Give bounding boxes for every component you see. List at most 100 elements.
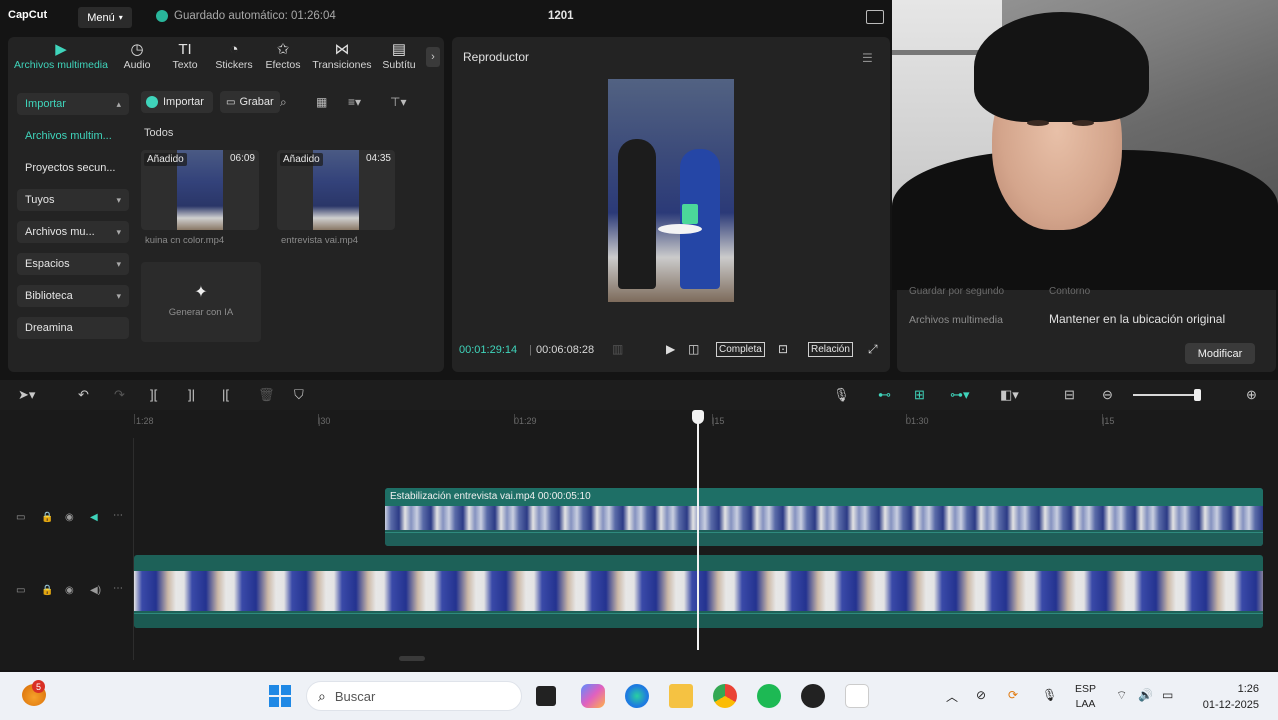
media-filename: kuina cn color.mp4	[145, 235, 225, 246]
zoom-slider-handle[interactable]	[1194, 389, 1201, 401]
full-quality-button[interactable]: Completa	[716, 342, 765, 357]
tab-label: Subtítu	[382, 59, 416, 71]
hamburger-icon[interactable]: ☰	[862, 51, 873, 65]
clip-filmstrip	[385, 506, 1263, 530]
spotify-icon[interactable]	[757, 684, 781, 708]
playhead-handle[interactable]	[692, 410, 704, 424]
zoom-in-icon[interactable]: ⊕	[1246, 387, 1257, 403]
more-icon[interactable]: ⋯	[113, 510, 123, 521]
windows-start-icon[interactable]	[268, 684, 292, 708]
track-cover-icon[interactable]: ▭	[16, 512, 25, 523]
search-icon[interactable]: ⌕	[280, 95, 287, 110]
lock-icon[interactable]: 🔒	[41, 585, 53, 596]
sidebar-item-dreamina[interactable]: Dreamina	[17, 317, 129, 339]
zoom-slider[interactable]	[1133, 394, 1199, 396]
grid-view-icon[interactable]: ▦	[316, 95, 327, 109]
battery-icon[interactable]: ▭	[1162, 688, 1173, 702]
ruler-label: 1:28	[136, 416, 154, 426]
project-title[interactable]: 1201	[548, 10, 574, 22]
ratio-button[interactable]: Relación	[808, 342, 853, 357]
tab-effects[interactable]: ✩ Efectos	[254, 41, 312, 71]
lock-icon[interactable]: 🔒	[41, 512, 53, 523]
app-icon[interactable]	[801, 684, 825, 708]
task-view-icon[interactable]	[536, 686, 556, 706]
autosave-status: Guardado automático: 01:26:04	[156, 10, 336, 22]
menu-button[interactable]: Menú ▾	[78, 7, 132, 28]
split-right-icon[interactable]: |[	[222, 387, 229, 402]
timeline[interactable]: 1:28 |30 01:29 |15 01:30 |15 ▭ 🔒 ◉ ◀ ⋯ ▭…	[0, 410, 1278, 670]
snapshot-icon[interactable]: ⊡	[778, 342, 788, 356]
sidebar-item-yours[interactable]: Tuyos ▾	[17, 189, 129, 211]
filter-icon[interactable]: ⊤▾	[390, 95, 406, 109]
sidebar-item-library[interactable]: Biblioteca ▾	[17, 285, 129, 307]
sidebar-item-media-files[interactable]: Archivos multim...	[17, 125, 129, 147]
fullscreen-icon[interactable]: ⤢	[868, 342, 878, 357]
select-cursor-icon[interactable]: ➤▾	[18, 387, 35, 403]
volume-icon[interactable]: ◀)	[90, 585, 101, 596]
system-clock[interactable]: 1:26 01-12-2025	[1195, 681, 1259, 713]
record-button[interactable]: ▭ Grabar	[220, 91, 280, 113]
import-button[interactable]: Importar	[141, 91, 213, 113]
sparkle-icon: ✦	[194, 284, 208, 301]
video-clip-overlay[interactable]: Estabilización entrevista vai.mp4 00:00:…	[385, 488, 1263, 546]
delete-icon[interactable]: 🗑	[258, 387, 275, 403]
sidebar-item-label: Biblioteca	[25, 290, 73, 302]
tab-label: Archivos multimedia	[14, 59, 108, 71]
microphone-icon[interactable]: 🎙	[1042, 688, 1057, 702]
sidebar-item-media-library[interactable]: Archivos mu... ▾	[17, 221, 129, 243]
sidebar-item-spaces[interactable]: Espacios ▾	[17, 253, 129, 275]
timeline-toolbar: ➤▾ ↶ ↷ ][ ]| |[ 🗑 ⛉ 🎙 ⊷ ⊞ ⊶▾ ◧▾ ⊟ ⊖ ⊕	[0, 380, 1278, 410]
chevron-down-icon: ▾	[118, 13, 123, 22]
eye-icon[interactable]: ◉	[65, 585, 74, 596]
captions-icon[interactable]: ⊟	[1064, 387, 1075, 403]
redo-icon[interactable]: ↷	[114, 387, 125, 403]
copilot-icon[interactable]	[581, 684, 605, 708]
media-thumbnail[interactable]: Añadido 04:35	[277, 150, 395, 230]
more-icon[interactable]: ⋯	[113, 583, 123, 594]
tabs-next-button[interactable]: ›	[426, 47, 440, 67]
zoom-out-icon[interactable]: ⊖	[1102, 387, 1113, 403]
file-explorer-icon[interactable]	[669, 684, 693, 708]
muted-icon[interactable]: ◀	[90, 512, 98, 523]
tab-subtitles[interactable]: ▤ Subtítu	[376, 41, 422, 71]
sidebar-item-import[interactable]: Importar ▴	[17, 93, 129, 115]
hidden-icon[interactable]: ⊘	[976, 688, 986, 702]
layout-icon[interactable]	[866, 10, 884, 24]
play-icon[interactable]: ▶	[666, 342, 675, 356]
sync-icon[interactable]: ⟳	[1008, 688, 1018, 702]
generate-ai-card[interactable]: ✦ Generar con IA	[141, 262, 261, 342]
current-timecode: 00:01:29:14	[459, 344, 518, 356]
sort-icon[interactable]: ≡▾	[348, 95, 361, 109]
taskbar-search[interactable]: ⌕ Buscar	[306, 681, 522, 711]
edge-icon[interactable]	[625, 684, 649, 708]
wifi-icon[interactable]: ⌔	[1116, 688, 1127, 703]
waveform-icon: ▥	[612, 342, 624, 356]
eye-icon[interactable]: ◉	[65, 512, 74, 523]
camera-icon: ▭	[226, 96, 236, 108]
media-thumbnail[interactable]: Añadido 06:09	[141, 150, 259, 230]
tiktok-icon[interactable]: ◫	[688, 342, 699, 356]
sidebar-item-secondary-projects[interactable]: Proyectos secun...	[17, 157, 129, 179]
language-indicator[interactable]: ESP LAA	[1075, 682, 1096, 712]
tab-media[interactable]: ▶ Archivos multimedia	[8, 41, 114, 71]
preview-axis-icon[interactable]: ◧▾	[1000, 387, 1019, 403]
link-clips-icon[interactable]: ⊷	[878, 387, 891, 403]
capcut-taskbar-icon[interactable]	[845, 684, 869, 708]
split-left-icon[interactable]: ]|	[188, 387, 195, 402]
chevron-up-icon[interactable]: ︿	[946, 688, 958, 705]
video-preview[interactable]	[608, 79, 734, 302]
timeline-scrollbar[interactable]	[399, 656, 425, 661]
playhead[interactable]	[697, 410, 699, 650]
chrome-icon[interactable]	[713, 684, 737, 708]
microphone-icon[interactable]: 🎙	[833, 387, 850, 403]
marker-icon[interactable]: ⛉	[294, 387, 304, 403]
track-cover-icon[interactable]: ▭	[16, 585, 25, 596]
modify-button[interactable]: Modificar	[1185, 343, 1255, 364]
section-title: Todos	[144, 127, 174, 139]
volume-icon[interactable]: 🔊	[1138, 688, 1153, 702]
split-icon[interactable]: ][	[150, 387, 157, 402]
magnet-icon[interactable]: ⊞	[914, 387, 925, 403]
linkage-icon[interactable]: ⊶▾	[950, 387, 970, 403]
undo-icon[interactable]: ↶	[78, 387, 89, 403]
tab-transitions[interactable]: ⋈ Transiciones	[310, 41, 374, 71]
